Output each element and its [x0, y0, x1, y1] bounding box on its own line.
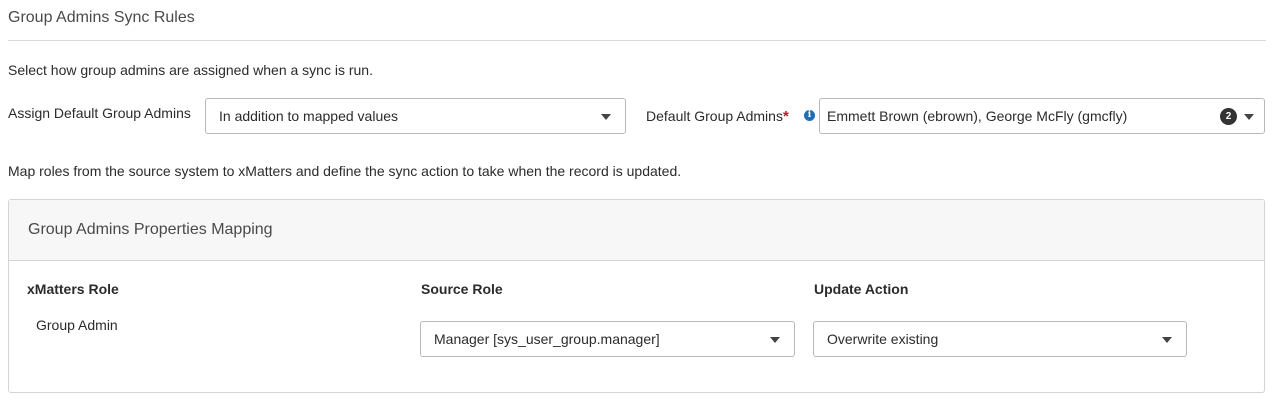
xmatters-role-value: Group Admin: [36, 317, 118, 333]
default-admins-select[interactable]: Emmett Brown (ebrown), George McFly (gmc…: [819, 98, 1265, 134]
source-role-select[interactable]: Manager [sys_user_group.manager]: [420, 321, 795, 357]
panel-header: Group Admins Properties Mapping: [9, 200, 1264, 261]
column-header-source-role: Source Role: [421, 281, 503, 297]
assign-default-label: Assign Default Group Admins: [8, 105, 191, 121]
default-admins-value: Emmett Brown (ebrown), George McFly (gmc…: [827, 108, 1128, 124]
properties-mapping-panel: Group Admins Properties Mapping: [8, 199, 1265, 393]
section-title: Group Admins Sync Rules: [8, 9, 195, 26]
required-marker: *: [782, 108, 789, 125]
chevron-down-icon: [1162, 337, 1172, 343]
selected-count-badge: 2: [1220, 108, 1237, 125]
panel-title: Group Admins Properties Mapping: [28, 221, 273, 238]
mapping-description: Map roles from the source system to xMat…: [8, 163, 682, 179]
default-admins-label: Default Group Admins*: [646, 108, 789, 125]
update-action-select[interactable]: Overwrite existing: [813, 321, 1187, 357]
assign-default-select[interactable]: In addition to mapped values: [205, 98, 626, 134]
update-action-value: Overwrite existing: [827, 331, 939, 347]
chevron-down-icon: [601, 114, 611, 120]
info-icon[interactable]: i: [804, 110, 815, 121]
column-header-xmatters-role: xMatters Role: [27, 281, 119, 297]
column-header-update-action: Update Action: [814, 281, 909, 297]
section-description: Select how group admins are assigned whe…: [8, 62, 373, 78]
default-admins-label-text: Default Group Admins: [646, 108, 783, 124]
section-divider: [8, 40, 1266, 41]
chevron-down-icon: [1244, 114, 1254, 120]
chevron-down-icon: [770, 337, 780, 343]
source-role-value: Manager [sys_user_group.manager]: [434, 331, 660, 347]
assign-default-value: In addition to mapped values: [219, 108, 399, 124]
